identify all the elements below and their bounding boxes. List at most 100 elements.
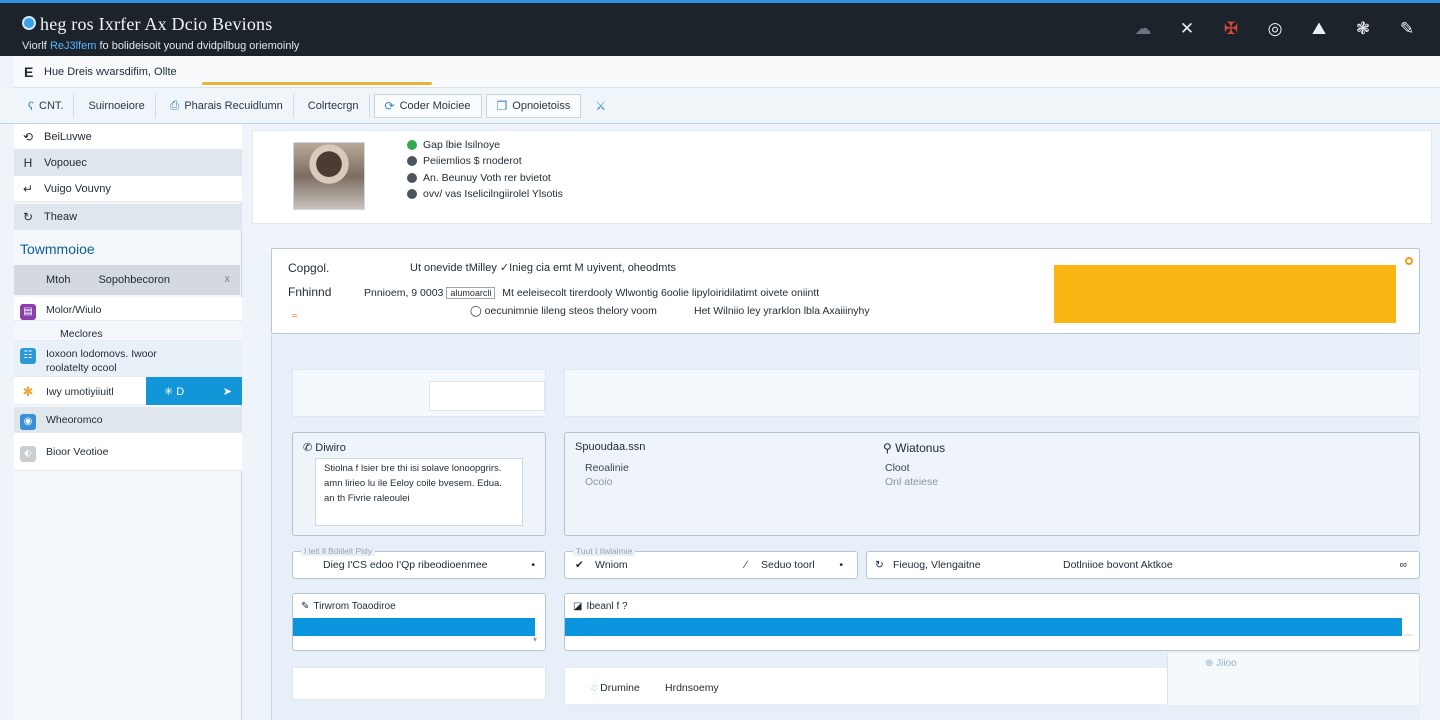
subtitle-link[interactable]: ReJ3lfem [50,40,96,52]
contact-line-3b: Het Wilniio ley yrarklon lbla Axaiiinyhy [694,305,870,317]
feather-icon[interactable]: ✎ [1392,17,1422,41]
info-strip-left[interactable]: I lelt ll Bdiilelt Pldy Dieg I'CS edoo I… [292,546,546,579]
strip-text: Dotlniioe bovont Aktkoe [1063,559,1173,571]
highlight-block[interactable] [1054,265,1396,323]
toolbar-label: Suirnoeiore [88,99,145,112]
app-subtitle: Viorlf ReJ3lfem fo bolideisoit yound dvi… [22,40,299,52]
toolbar-label: Coder Moiciee [399,99,471,112]
contact-line-2-prefix: Pnnioem, 9 0003 [364,287,444,299]
grid-icon: ☷ [20,348,36,364]
sidebar-filter[interactable]: Mtoh Sopohbecoron x [14,265,240,295]
toolbar-label: CNT. [39,99,64,112]
address-underline [202,82,432,85]
toolbar-item-cnt[interactable]: ʕ CNT. [18,93,75,118]
toolbar-item-coder[interactable]: ⟳ Coder Moiciee [373,93,482,118]
refresh-icon: ↻ [875,559,884,571]
bottom-status: ◌ Drumine [591,682,640,694]
address-text[interactable]: Hue Dreis wvarsdifim, Ollte [44,66,177,78]
watch-title: ⚲ Wiatonus [883,441,946,455]
kv-value: Onl ateiese [885,476,939,488]
toolbar-label: Pharais Recuidlumn [184,99,283,112]
bullet-icon: • [839,559,843,571]
phone-panel: ✆ Diwiro Stiolna f lsier bre thi isi sol… [292,432,546,536]
flag-icon[interactable]: ✠ [1216,17,1246,41]
check-icon: ✔ [575,559,584,571]
link-icon: ❐ [496,98,508,113]
progress-panel-left: ✎ Tirwrom Toaodiroe ▾ [292,593,546,651]
profile-line: An. Beunuy Voth rer bvietot [407,172,551,184]
bottom-input-left[interactable] [292,667,546,700]
sidebar-app-wheoromco[interactable]: ◉ Wheoromco [14,407,242,433]
info-strip-mid[interactable]: Tuut I tlwlalmie ✔ Wniom ∕ Seduo toorl • [564,546,858,579]
sidebar-app-ioxoon[interactable]: ☷ Ioxoon lodomovs. Iwoor roolatelty ocoo… [14,341,242,377]
sidebar-app-meclores[interactable]: Meclores [14,321,242,341]
contact-line-2: Pnnioem, 9 0003 alumoarcli Mt eeleisecol… [364,287,819,299]
info-strip-right[interactable]: ↻ Fieuog, Vlengaitne Dotlniioe bovont Ak… [866,551,1420,579]
profile-card: Gap lbie lsilnoye Peiiemlios $ rnoderot … [252,130,1432,224]
image-icon: ◪ [573,601,583,612]
toolbar-label: Opnoietoiss [512,99,571,112]
sidebar-item-belluwe[interactable]: ⟲ BeiLuvwe [14,124,242,150]
toolbar-item-tools[interactable]: ⚔ [585,94,616,118]
toolbar-item-summary[interactable]: Suirnoeiore [78,93,156,118]
rotate-icon: ↻ [22,209,34,224]
sidebar-item-theaw[interactable]: ↻ Theaw [14,204,242,230]
kv-key: Reoalinie [585,462,629,474]
filter-b[interactable]: Sopohbecoron [98,274,170,286]
globe-icon[interactable]: ◎ [1260,17,1290,41]
chart-icon[interactable]: ✕ [1172,17,1202,41]
blank-panel-right [564,369,1420,417]
note-textbox[interactable]: Stiolna f lsier bre thi isi solave lonoo… [315,458,523,526]
sidebar-app-label: Wheoromco [46,414,103,426]
cube-icon: ⬖ [20,446,36,462]
sidebar-item-vopouec[interactable]: H Vopouec [14,150,242,176]
toolbar-label: Colrtecrgn [307,99,359,112]
sidebar-app-label: Meclores [60,328,103,340]
mountain-icon[interactable]: ⛰ [1304,17,1334,41]
sidebar-item-label: Vuigo Vouvny [44,182,111,195]
filter-a[interactable]: Mtoh [46,274,70,286]
summary-kv-1: Reoalinie Ocoio [585,461,629,489]
cloud-icon[interactable]: ☁ [1128,17,1158,41]
profile-photo[interactable] [293,142,365,210]
toolbar-item-records[interactable]: ⎙ Pharais Recuidlumn [160,93,294,118]
sidebar-item-label: BeiLuvwe [44,130,92,143]
toolbar: ʕ CNT. Suirnoeiore ⎙ Pharais Recuidlumn Co… [0,88,1440,124]
return-icon: ↵ [22,181,34,196]
menu-icon[interactable]: E [24,64,33,80]
chevron-down-icon[interactable]: ▾ [533,635,537,644]
notification-dot-icon[interactable] [1405,257,1413,265]
app-title: heg ros Ixrfer Ax Dcio Bevions [40,14,273,34]
toolbar-item-options[interactable]: ❐ Opnoietoiss [485,93,582,118]
profile-line: ovv/ vas Iselicilngiirolel Ylsotis [407,188,563,200]
address-bar[interactable]: E Hue Dreis wvarsdifim, Ollte [14,56,1440,88]
contact-line-2-rest: Mt eeleisecolt tirerdooly Wlwontig 6ooli… [502,287,820,299]
subtitle-rest: fo bolideisoit yound dvidpilbug oriemoin… [99,40,300,52]
toolbar-item-collection[interactable]: Colrtecrgn [298,93,370,118]
bottom-status-b: Hrdnsoemy [665,682,719,694]
contact-line-3a-text: oecunimnie lileng steos thelory voom [484,305,657,317]
sidebar-item-label: Theaw [44,210,78,223]
contact-tag[interactable]: alumoarcli [446,287,496,299]
sidebar-active-button[interactable]: ✳ D ➤ [146,377,242,405]
sidebar-heading: Towmmoioe [20,241,95,257]
loading-icon: ◌ [591,682,598,694]
title-bar: heg ros Ixrfer Ax Dcio Bevions Viorlf Re… [0,3,1440,56]
print-icon: ⎙ [169,98,180,112]
spider-icon[interactable]: ❃ [1348,17,1378,41]
profile-line: Peiiemlios $ rnoderot [407,155,522,167]
bullet-icon [407,189,417,199]
bottom-panel-right: ◌ Drumine Hrdnsoemy ⊕ Jiioo [564,653,1420,705]
strip-text: Seduo toorl [761,559,815,571]
close-icon[interactable]: x [225,273,231,285]
sidebar-app-molor[interactable]: ▤ Molor/Wiulo [14,297,242,321]
sidebar-app-bioor[interactable]: ⬖ Bioor Veotioe [14,433,242,471]
sidebar-item-vuigo[interactable]: ↵ Vuigo Vouvny [14,176,242,202]
bottom-status-a: Drumine [600,682,640,694]
progress-title: ✎ Tirwrom Toaodiroe [301,601,396,612]
active-button-label: ✳ D [164,385,185,398]
sidebar-app-label: Bioor Veotioe [46,446,109,458]
profile-line-text: An. Beunuy Voth rer bvietot [423,172,551,184]
bottom-corner-label[interactable]: ⊕ Jiioo [1205,658,1237,669]
blank-input[interactable] [429,381,545,411]
